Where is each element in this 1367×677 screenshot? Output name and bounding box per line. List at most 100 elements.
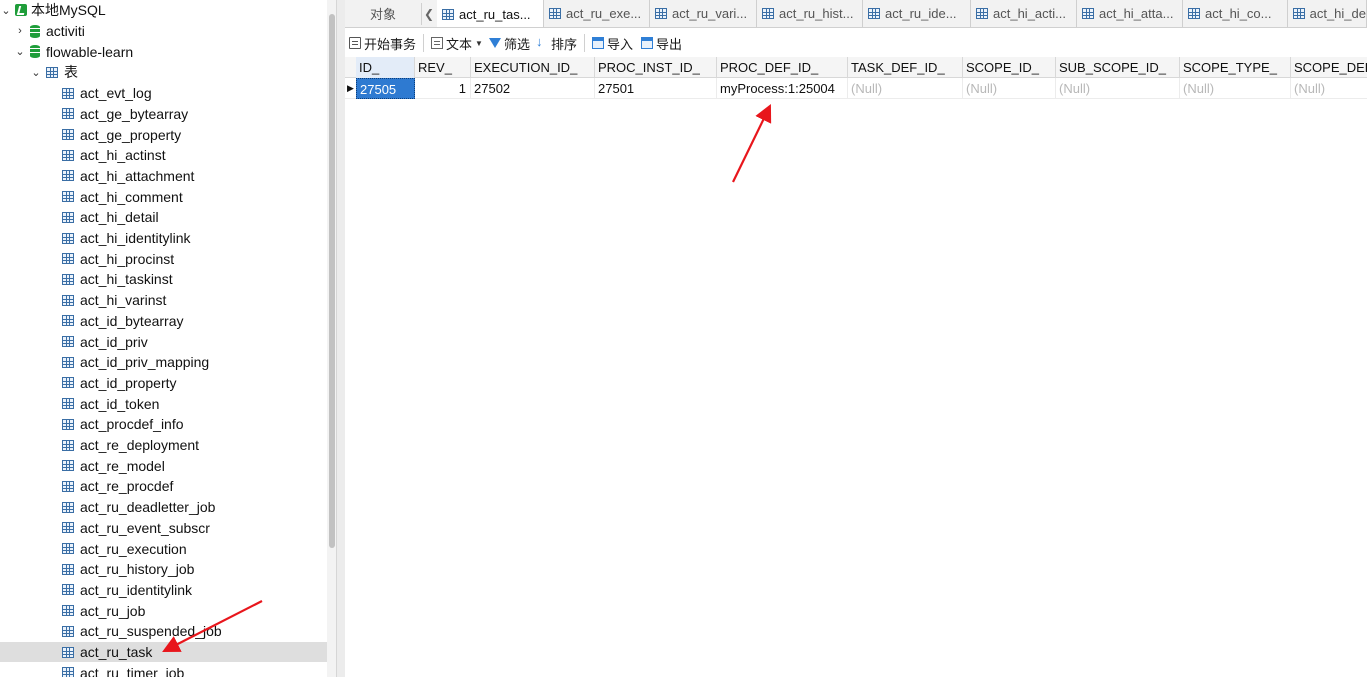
table-cell[interactable]: myProcess:1:25004 bbox=[717, 78, 848, 99]
table-item[interactable]: act_id_token bbox=[0, 393, 336, 414]
table-item[interactable]: act_id_bytearray bbox=[0, 311, 336, 332]
table-item[interactable]: act_re_deployment bbox=[0, 435, 336, 456]
table-cell[interactable]: 27501 bbox=[595, 78, 717, 99]
grid-header-row: ID_ REV_ EXECUTION_ID_ PROC_INST_ID_ PROC_DE… bbox=[345, 57, 1367, 78]
current-row-indicator-icon[interactable]: ▶ bbox=[345, 78, 356, 99]
tab-objects[interactable]: 对象 bbox=[345, 0, 421, 27]
table-icon bbox=[62, 356, 74, 368]
column-header[interactable]: EXECUTION_ID_ bbox=[471, 57, 595, 78]
tab-table[interactable]: act_ru_ide... bbox=[863, 0, 971, 27]
column-header[interactable]: PROC_DEF_ID_ bbox=[717, 57, 848, 78]
table-icon bbox=[1188, 8, 1200, 19]
table-icon bbox=[62, 522, 74, 534]
table-item-label: act_ru_task bbox=[80, 644, 153, 661]
chevron-down-icon[interactable]: ⌄ bbox=[0, 4, 12, 17]
table-item[interactable]: act_hi_detail bbox=[0, 207, 336, 228]
table-item[interactable]: act_id_priv bbox=[0, 331, 336, 352]
table-item-label: act_re_deployment bbox=[80, 437, 200, 454]
table-item[interactable]: act_re_model bbox=[0, 455, 336, 476]
table-item-label: act_re_procdef bbox=[80, 478, 174, 495]
table-cell[interactable]: (Null) bbox=[1180, 78, 1291, 99]
column-header[interactable]: TASK_DEF_ID_ bbox=[848, 57, 963, 78]
table-cell[interactable]: (Null) bbox=[1291, 78, 1367, 99]
table-item[interactable]: act_hi_actinst bbox=[0, 145, 336, 166]
table-item[interactable]: act_id_priv_mapping bbox=[0, 352, 336, 373]
table-item[interactable]: act_id_property bbox=[0, 373, 336, 394]
chevron-down-icon[interactable]: ⌄ bbox=[30, 66, 42, 79]
tab-table[interactable]: act_ru_tas... bbox=[437, 0, 544, 27]
table-item[interactable]: act_ru_job bbox=[0, 600, 336, 621]
tab-table[interactable]: act_ru_hist... bbox=[757, 0, 863, 27]
text-button[interactable]: 文本 ▼ bbox=[431, 34, 483, 53]
table-icon bbox=[62, 253, 74, 265]
table-item[interactable]: act_procdef_info bbox=[0, 414, 336, 435]
column-header[interactable]: SCOPE_ID_ bbox=[963, 57, 1056, 78]
table-item[interactable]: act_ru_event_subscr bbox=[0, 518, 336, 539]
tab-label: act_ru_vari... bbox=[672, 6, 748, 21]
tab-scroll-left-icon[interactable]: ❮ bbox=[421, 3, 436, 25]
column-header[interactable]: SCOPE_DEFI bbox=[1291, 57, 1367, 78]
table-item[interactable]: act_hi_comment bbox=[0, 186, 336, 207]
tab-table[interactable]: act_hi_co... bbox=[1183, 0, 1288, 27]
tables-folder-label: 表 bbox=[64, 64, 78, 81]
table-item-label: act_ru_timer_job bbox=[80, 664, 185, 677]
tab-label: act_hi_de bbox=[1309, 6, 1366, 21]
table-item[interactable]: act_ru_identitylink bbox=[0, 580, 336, 601]
table-item[interactable]: act_evt_log bbox=[0, 83, 336, 104]
table-item[interactable]: act_ru_deadletter_job bbox=[0, 497, 336, 518]
table-cell[interactable]: 1 bbox=[415, 78, 471, 99]
table-item[interactable]: act_hi_attachment bbox=[0, 166, 336, 187]
tree-database-flowable-learn[interactable]: ⌄ flowable-learn bbox=[0, 41, 336, 62]
pane-splitter[interactable] bbox=[336, 0, 345, 677]
table-item[interactable]: act_hi_identitylink bbox=[0, 228, 336, 249]
table-row[interactable]: ▶ 27505 1 27502 27501 myProcess:1:25004 (Null… bbox=[345, 78, 1367, 99]
table-item-label: act_evt_log bbox=[80, 85, 152, 102]
tree-tables-folder[interactable]: ⌄ 表 bbox=[0, 62, 336, 83]
tree-connection[interactable]: ⌄ 本地MySQL bbox=[0, 0, 323, 21]
table-icon bbox=[62, 87, 74, 99]
table-item[interactable]: act_ru_timer_job bbox=[0, 662, 336, 677]
begin-transaction-button[interactable]: 开始事务 bbox=[349, 34, 416, 53]
filter-button[interactable]: 筛选 bbox=[488, 34, 530, 53]
table-item[interactable]: act_re_procdef bbox=[0, 476, 336, 497]
column-header[interactable]: ID_ bbox=[356, 57, 415, 78]
tab-table[interactable]: act_ru_vari... bbox=[650, 0, 757, 27]
table-item[interactable]: act_hi_procinst bbox=[0, 248, 336, 269]
filter-label: 筛选 bbox=[503, 36, 530, 52]
table-item[interactable]: act_ru_suspended_job bbox=[0, 621, 336, 642]
table-item[interactable]: act_ru_history_job bbox=[0, 559, 336, 580]
import-icon bbox=[591, 37, 604, 49]
export-button[interactable]: 导出 bbox=[641, 34, 682, 53]
table-item[interactable]: act_ru_task bbox=[0, 641, 336, 663]
column-header[interactable]: SCOPE_TYPE_ bbox=[1180, 57, 1291, 78]
tree-database-activiti[interactable]: › activiti bbox=[0, 21, 336, 42]
table-icon bbox=[62, 667, 74, 677]
table-icon bbox=[62, 625, 74, 637]
table-cell[interactable]: 27502 bbox=[471, 78, 595, 99]
tab-table[interactable]: act_hi_atta... bbox=[1077, 0, 1183, 27]
table-item[interactable]: act_hi_taskinst bbox=[0, 269, 336, 290]
table-item[interactable]: act_hi_varinst bbox=[0, 290, 336, 311]
tab-table[interactable]: act_hi_acti... bbox=[971, 0, 1077, 27]
tab-table[interactable]: act_hi_de bbox=[1288, 0, 1367, 27]
chevron-down-icon[interactable]: ⌄ bbox=[14, 45, 26, 58]
table-cell[interactable]: (Null) bbox=[848, 78, 963, 99]
sort-button[interactable]: 排序 bbox=[536, 34, 577, 53]
table-item[interactable]: act_ge_bytearray bbox=[0, 104, 336, 125]
table-cell[interactable]: 27505 bbox=[356, 78, 415, 99]
table-cell[interactable]: (Null) bbox=[1056, 78, 1180, 99]
table-cell[interactable]: (Null) bbox=[963, 78, 1056, 99]
navigator-scrollbar-thumb[interactable] bbox=[329, 14, 335, 548]
table-item[interactable]: act_ru_execution bbox=[0, 538, 336, 559]
import-button[interactable]: 导入 bbox=[591, 34, 633, 53]
table-item-label: act_hi_procinst bbox=[80, 250, 175, 267]
table-icon bbox=[62, 584, 74, 596]
table-item-label: act_hi_actinst bbox=[80, 147, 166, 164]
column-header[interactable]: PROC_INST_ID_ bbox=[595, 57, 717, 78]
table-item[interactable]: act_ge_property bbox=[0, 124, 336, 145]
chevron-right-icon[interactable]: › bbox=[14, 25, 26, 37]
column-header[interactable]: REV_ bbox=[415, 57, 471, 78]
tab-table[interactable]: act_ru_exe... bbox=[544, 0, 650, 27]
data-grid: ID_ REV_ EXECUTION_ID_ PROC_INST_ID_ PROC_DE… bbox=[345, 57, 1367, 677]
column-header[interactable]: SUB_SCOPE_ID_ bbox=[1056, 57, 1180, 78]
